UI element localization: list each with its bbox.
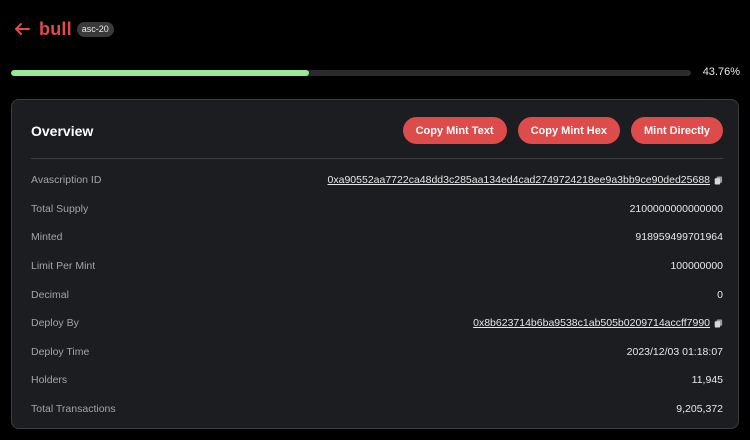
row-deploy-by: Deploy By 0x8b623714b6ba9538c1ab505b0209… [31, 309, 723, 338]
overview-details: Avascription ID 0xa90552aa7722ca48dd3c28… [31, 166, 723, 423]
holders-label: Holders [31, 374, 68, 387]
deploy-by-link[interactable]: 0x8b623714b6ba9538c1ab505b0209714accff79… [473, 317, 710, 329]
avascription-id-value-wrap: 0xa90552aa7722ca48dd3c285aa134ed4cad2749… [328, 174, 723, 186]
row-avascription-id: Avascription ID 0xa90552aa7722ca48dd3c28… [31, 166, 723, 195]
total-supply-value: 2100000000000000 [629, 202, 723, 215]
mint-directly-button[interactable]: Mint Directly [630, 117, 723, 144]
decimal-label: Decimal [31, 288, 69, 301]
overview-title: Overview [31, 122, 94, 139]
row-decimal: Decimal 0 [31, 280, 723, 309]
deploy-time-value: 2023/12/03 01:18:07 [626, 345, 723, 358]
minted-label: Minted [31, 231, 63, 244]
total-supply-label: Total Supply [31, 202, 89, 215]
overview-header: Overview Copy Mint Text Copy Mint Hex Mi… [31, 117, 723, 144]
total-transactions-value: 9,205,372 [676, 403, 723, 416]
deploy-by-value-wrap: 0x8b623714b6ba9538c1ab505b0209714accff79… [473, 317, 723, 329]
total-transactions-label: Total Transactions [31, 403, 116, 416]
copy-mint-hex-button[interactable]: Copy Mint Hex [517, 117, 620, 144]
holders-value: 11,945 [691, 374, 723, 387]
deploy-time-label: Deploy Time [31, 345, 90, 358]
limit-per-mint-label: Limit Per Mint [31, 260, 96, 273]
mint-progress-fill [11, 70, 309, 76]
limit-per-mint-value: 100000000 [670, 260, 723, 273]
row-limit-per-mint: Limit Per Mint 100000000 [31, 252, 723, 281]
row-total-transactions: Total Transactions 9,205,372 [31, 395, 723, 424]
page-header: bull asc-20 [13, 17, 114, 41]
row-total-supply: Total Supply 2100000000000000 [31, 195, 723, 224]
arrow-left-icon[interactable] [13, 20, 31, 38]
overview-card: Overview Copy Mint Text Copy Mint Hex Mi… [11, 99, 739, 429]
avascription-id-label: Avascription ID [31, 174, 102, 187]
row-minted: Minted 918959499701964 [31, 223, 723, 252]
token-detail-page: bull asc-20 43.76% Overview Copy Mint Te… [0, 0, 750, 440]
decimal-value: 0 [717, 288, 723, 301]
avascription-id-link[interactable]: 0xa90552aa7722ca48dd3c285aa134ed4cad2749… [328, 174, 710, 186]
mint-progress-bar [11, 70, 691, 76]
minted-value: 918959499701964 [635, 231, 723, 244]
row-deploy-time: Deploy Time 2023/12/03 01:18:07 [31, 338, 723, 367]
token-name: bull [39, 18, 72, 39]
copy-icon[interactable] [714, 176, 723, 185]
row-holders: Holders 11,945 [31, 366, 723, 395]
protocol-badge: asc-20 [76, 21, 114, 37]
copy-mint-text-button[interactable]: Copy Mint Text [402, 117, 507, 144]
mint-progress-percent: 43.76% [702, 66, 740, 78]
overview-divider [31, 158, 723, 159]
deploy-by-label: Deploy By [31, 317, 79, 330]
copy-icon[interactable] [714, 319, 723, 328]
